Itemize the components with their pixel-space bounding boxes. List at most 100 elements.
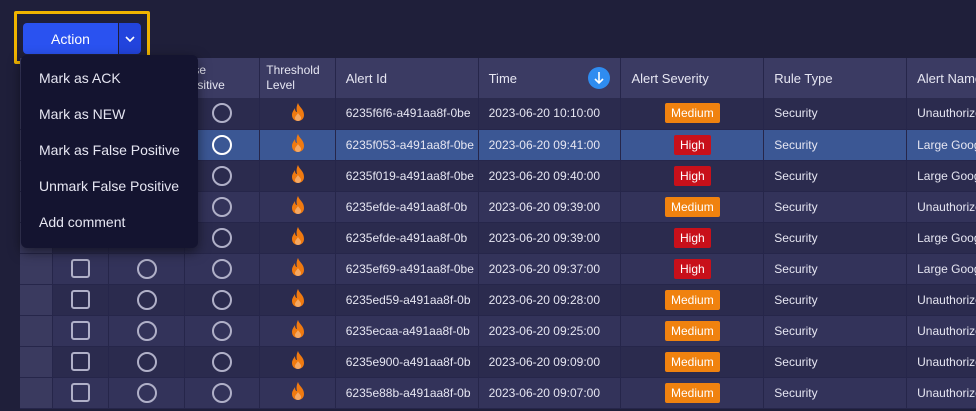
row-time: 2023-06-20 09:25:00: [478, 315, 622, 347]
arrow-down-icon[interactable]: [588, 67, 611, 89]
row-threshold-cell: [259, 315, 336, 347]
row-time: 2023-06-20 09:41:00: [478, 129, 622, 161]
row-checkbox[interactable]: [71, 383, 91, 402]
flame-icon: [290, 350, 306, 373]
action-button[interactable]: Action: [23, 23, 118, 54]
row-alert-name: Unauthorized L: [906, 98, 976, 130]
row-alert-name: Unauthorized L: [906, 377, 976, 409]
row-time: 2023-06-20 09:09:00: [478, 346, 622, 378]
row-severity-cell: Medium: [620, 346, 765, 378]
row-rule-type: Security: [763, 129, 908, 161]
row-false-positive-radio[interactable]: [212, 165, 232, 186]
row-gutter: [20, 346, 54, 378]
row-ack-radio[interactable]: [136, 289, 157, 310]
severity-badge: Medium: [665, 320, 720, 341]
row-severity-cell: Medium: [620, 315, 765, 347]
row-severity-cell: Medium: [620, 377, 765, 409]
header-time[interactable]: Time: [478, 58, 622, 98]
row-threshold-cell: [259, 160, 336, 192]
row-alert-id: 6235e900-a491aa8f-0b: [335, 346, 479, 378]
chevron-down-icon: [125, 35, 135, 42]
menu-item-unmark-false-positive[interactable]: Unmark False Positive: [21, 168, 198, 204]
alerts-screen: Action lse ositive Threshold Level Alert…: [0, 0, 976, 411]
row-alert-id: 6235f6f6-a491aa8f-0be: [335, 98, 479, 130]
row-threshold-cell: [259, 98, 336, 130]
flame-icon: [290, 381, 306, 404]
row-ack-radio[interactable]: [136, 382, 157, 403]
row-checkbox[interactable]: [71, 321, 91, 340]
severity-badge: High: [674, 165, 711, 186]
row-checkbox-cell: [52, 284, 110, 316]
row-alert-id: 6235ef69-a491aa8f-0be: [335, 253, 479, 285]
table-row[interactable]: 6235ecaa-a491aa8f-0b 2023-06-20 09:25:00 M…: [20, 315, 976, 347]
table-row[interactable]: 6235e900-a491aa8f-0b 2023-06-20 09:09:00 M…: [20, 346, 976, 378]
flame-icon: [290, 319, 306, 342]
row-false-positive-radio[interactable]: [212, 134, 232, 155]
row-severity-cell: Medium: [620, 98, 765, 130]
row-false-positive-radio[interactable]: [212, 103, 232, 124]
row-time: 2023-06-20 09:40:00: [478, 160, 622, 192]
header-rule-type[interactable]: Rule Type: [763, 58, 908, 98]
row-time: 2023-06-20 09:07:00: [478, 377, 622, 409]
severity-badge: Medium: [665, 351, 720, 372]
row-threshold-cell: [259, 222, 336, 254]
row-checkbox-cell: [52, 253, 110, 285]
table-row[interactable]: 6235ed59-a491aa8f-0b 2023-06-20 09:28:00 M…: [20, 284, 976, 316]
row-false-positive-radio[interactable]: [212, 227, 232, 248]
row-alert-name: Unauthorized L: [906, 315, 976, 347]
header-threshold-level-label: Threshold Level: [266, 63, 320, 92]
row-rule-type: Security: [763, 253, 908, 285]
row-false-positive-radio[interactable]: [212, 320, 232, 341]
row-alert-id: 6235ed59-a491aa8f-0b: [335, 284, 479, 316]
row-threshold-cell: [259, 253, 336, 285]
row-severity-cell: High: [620, 160, 765, 192]
flame-icon: [290, 164, 306, 187]
menu-item-mark-new[interactable]: Mark as NEW: [21, 96, 198, 132]
action-dropdown-toggle[interactable]: [119, 23, 141, 54]
row-ack-radio[interactable]: [136, 320, 157, 341]
row-checkbox[interactable]: [71, 290, 91, 309]
row-time: 2023-06-20 09:39:00: [478, 191, 622, 223]
row-ack-cell: [108, 346, 185, 378]
menu-item-add-comment[interactable]: Add comment: [21, 204, 198, 240]
row-severity-cell: High: [620, 129, 765, 161]
row-ack-radio[interactable]: [136, 258, 157, 279]
row-checkbox[interactable]: [71, 352, 91, 371]
row-rule-type: Security: [763, 284, 908, 316]
row-false-positive-cell: [184, 346, 261, 378]
row-ack-cell: [108, 315, 185, 347]
row-false-positive-radio[interactable]: [212, 258, 232, 279]
menu-item-mark-false-positive[interactable]: Mark as False Positive: [21, 132, 198, 168]
header-alert-id[interactable]: Alert Id: [335, 58, 479, 98]
row-false-positive-radio[interactable]: [212, 382, 232, 403]
row-false-positive-radio[interactable]: [212, 289, 232, 310]
row-alert-name: Unauthorized L: [906, 346, 976, 378]
severity-badge: High: [674, 258, 711, 279]
table-row[interactable]: 6235e88b-a491aa8f-0b 2023-06-20 09:07:00 M…: [20, 377, 976, 409]
row-rule-type: Security: [763, 222, 908, 254]
row-alert-name: Large Google D: [906, 160, 976, 192]
row-checkbox[interactable]: [71, 259, 91, 278]
row-false-positive-cell: [184, 377, 261, 409]
header-threshold-level[interactable]: Threshold Level: [259, 58, 336, 98]
row-ack-radio[interactable]: [136, 351, 157, 372]
row-time: 2023-06-20 09:37:00: [478, 253, 622, 285]
menu-item-mark-ack[interactable]: Mark as ACK: [21, 60, 198, 96]
row-false-positive-radio[interactable]: [212, 196, 232, 217]
action-dropdown-menu: Mark as ACK Mark as NEW Mark as False Po…: [21, 55, 198, 248]
header-alert-severity[interactable]: Alert Severity: [620, 58, 765, 98]
table-row[interactable]: 6235ef69-a491aa8f-0be 2023-06-20 09:37:00…: [20, 253, 976, 285]
row-threshold-cell: [259, 129, 336, 161]
row-time: 2023-06-20 09:28:00: [478, 284, 622, 316]
row-rule-type: Security: [763, 160, 908, 192]
row-alert-id: 6235e88b-a491aa8f-0b: [335, 377, 479, 409]
row-rule-type: Security: [763, 191, 908, 223]
row-alert-id: 6235ecaa-a491aa8f-0b: [335, 315, 479, 347]
row-ack-cell: [108, 253, 185, 285]
severity-badge: Medium: [665, 196, 720, 217]
row-gutter: [20, 377, 54, 409]
header-alert-name[interactable]: Alert Name: [906, 58, 976, 98]
row-false-positive-radio[interactable]: [212, 351, 232, 372]
row-alert-name: Unauthorized L: [906, 284, 976, 316]
row-checkbox-cell: [52, 346, 110, 378]
